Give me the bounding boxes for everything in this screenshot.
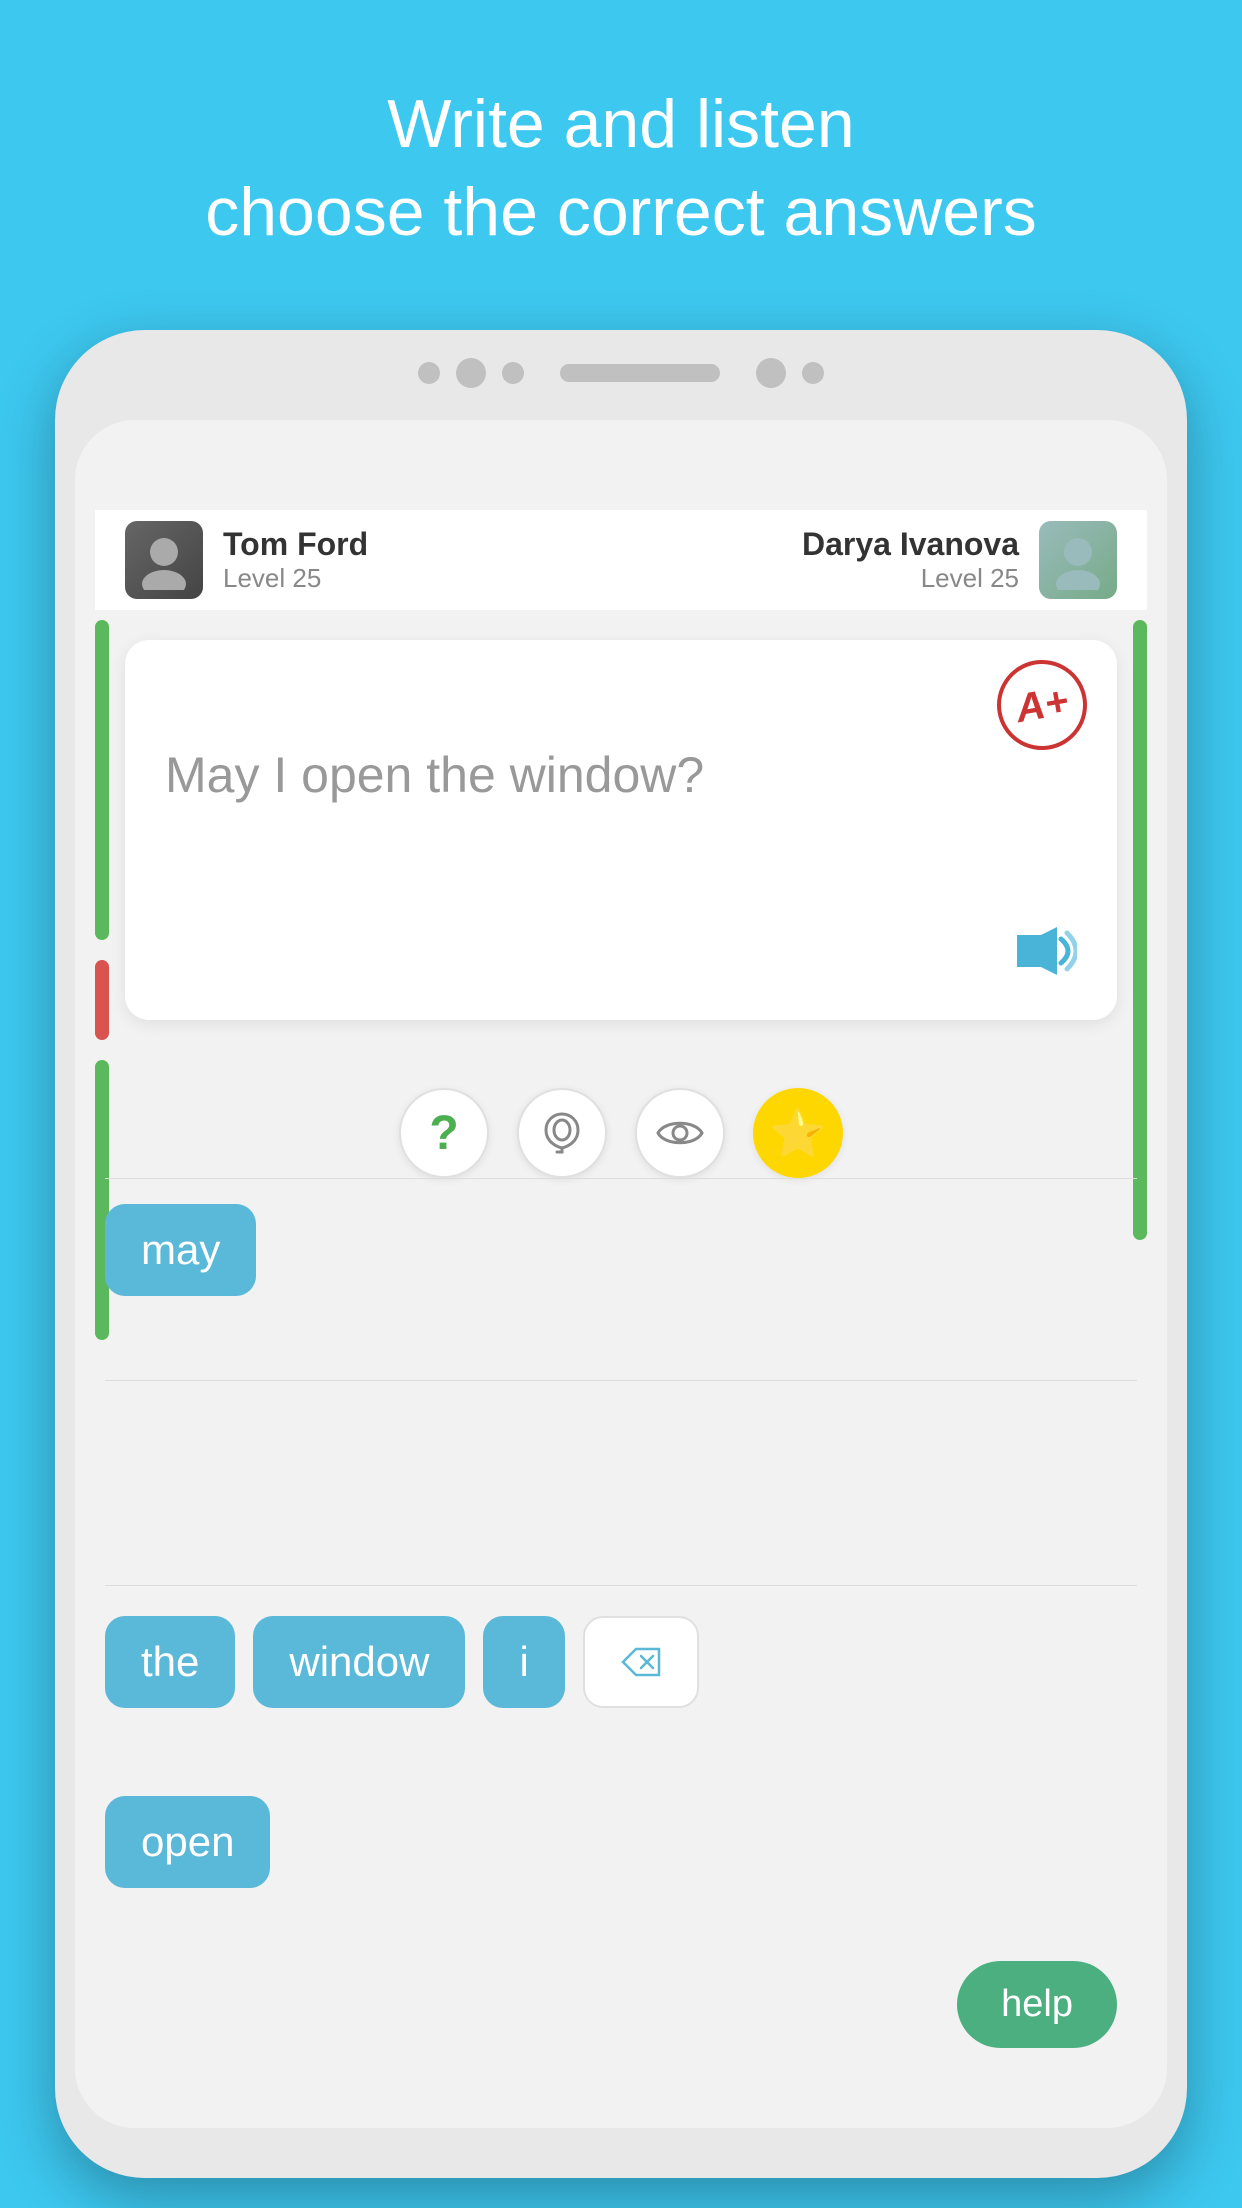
player-left: Tom Ford Level 25 xyxy=(125,521,368,599)
left-prog-gap1 xyxy=(95,940,109,960)
question-text: May I open the window? xyxy=(165,740,1077,810)
answer-word-may[interactable]: may xyxy=(105,1204,256,1296)
player-left-level: Level 25 xyxy=(223,563,368,594)
player-right: Darya Ivanova Level 25 xyxy=(802,521,1117,599)
header-text: Write and listen choose the correct answ… xyxy=(0,80,1242,257)
divider-1 xyxy=(105,1178,1137,1179)
player-right-level: Level 25 xyxy=(802,563,1019,594)
player-right-name: Darya Ivanova xyxy=(802,526,1019,563)
word-btn-the[interactable]: the xyxy=(105,1616,235,1708)
avatar-darya xyxy=(1039,521,1117,599)
divider-2 xyxy=(105,1380,1137,1381)
phone-dot-4 xyxy=(756,358,786,388)
audio-button[interactable] xyxy=(1013,925,1077,990)
header-line1: Write and listen xyxy=(60,80,1182,168)
phone-screen: Tom Ford Level 25 Darya Ivanova Level 25 xyxy=(75,420,1167,2128)
player-right-info: Darya Ivanova Level 25 xyxy=(802,526,1019,594)
star-hint-button[interactable]: ⭐ xyxy=(753,1088,843,1178)
help-button[interactable]: help xyxy=(957,1961,1117,2048)
word-btn-i[interactable]: i xyxy=(483,1616,564,1708)
phone-frame: Tom Ford Level 25 Darya Ivanova Level 25 xyxy=(55,330,1187,2178)
players-header: Tom Ford Level 25 Darya Ivanova Level 25 xyxy=(95,510,1147,610)
phone-dot-5 xyxy=(802,362,824,384)
word-btn-window[interactable]: window xyxy=(253,1616,465,1708)
phone-top-bar xyxy=(55,358,1187,388)
word-btn-open[interactable]: open xyxy=(105,1796,270,1888)
avatar-tom xyxy=(125,521,203,599)
player-left-info: Tom Ford Level 25 xyxy=(223,526,368,594)
left-prog-gap2 xyxy=(95,1040,109,1060)
divider-3 xyxy=(105,1585,1137,1586)
phone-speaker xyxy=(560,364,720,382)
answer-row: may xyxy=(105,1188,1137,1312)
question-hint-button[interactable]: ? xyxy=(399,1088,489,1178)
header-line2: choose the correct answers xyxy=(60,168,1182,256)
word-choice-row2: open xyxy=(105,1780,1137,1904)
eye-hint-button[interactable] xyxy=(635,1088,725,1178)
left-prog-red xyxy=(95,960,109,1040)
phone-dot-1 xyxy=(418,362,440,384)
phone-dot-3 xyxy=(502,362,524,384)
player-left-name: Tom Ford xyxy=(223,526,368,563)
word-choice-row1: the window i xyxy=(105,1600,1137,1724)
backspace-button[interactable] xyxy=(583,1616,699,1708)
left-prog-green-top xyxy=(95,620,109,940)
question-card: A+ May I open the window? xyxy=(125,640,1117,1020)
listen-hint-button[interactable] xyxy=(517,1088,607,1178)
phone-dot-2 xyxy=(456,358,486,388)
